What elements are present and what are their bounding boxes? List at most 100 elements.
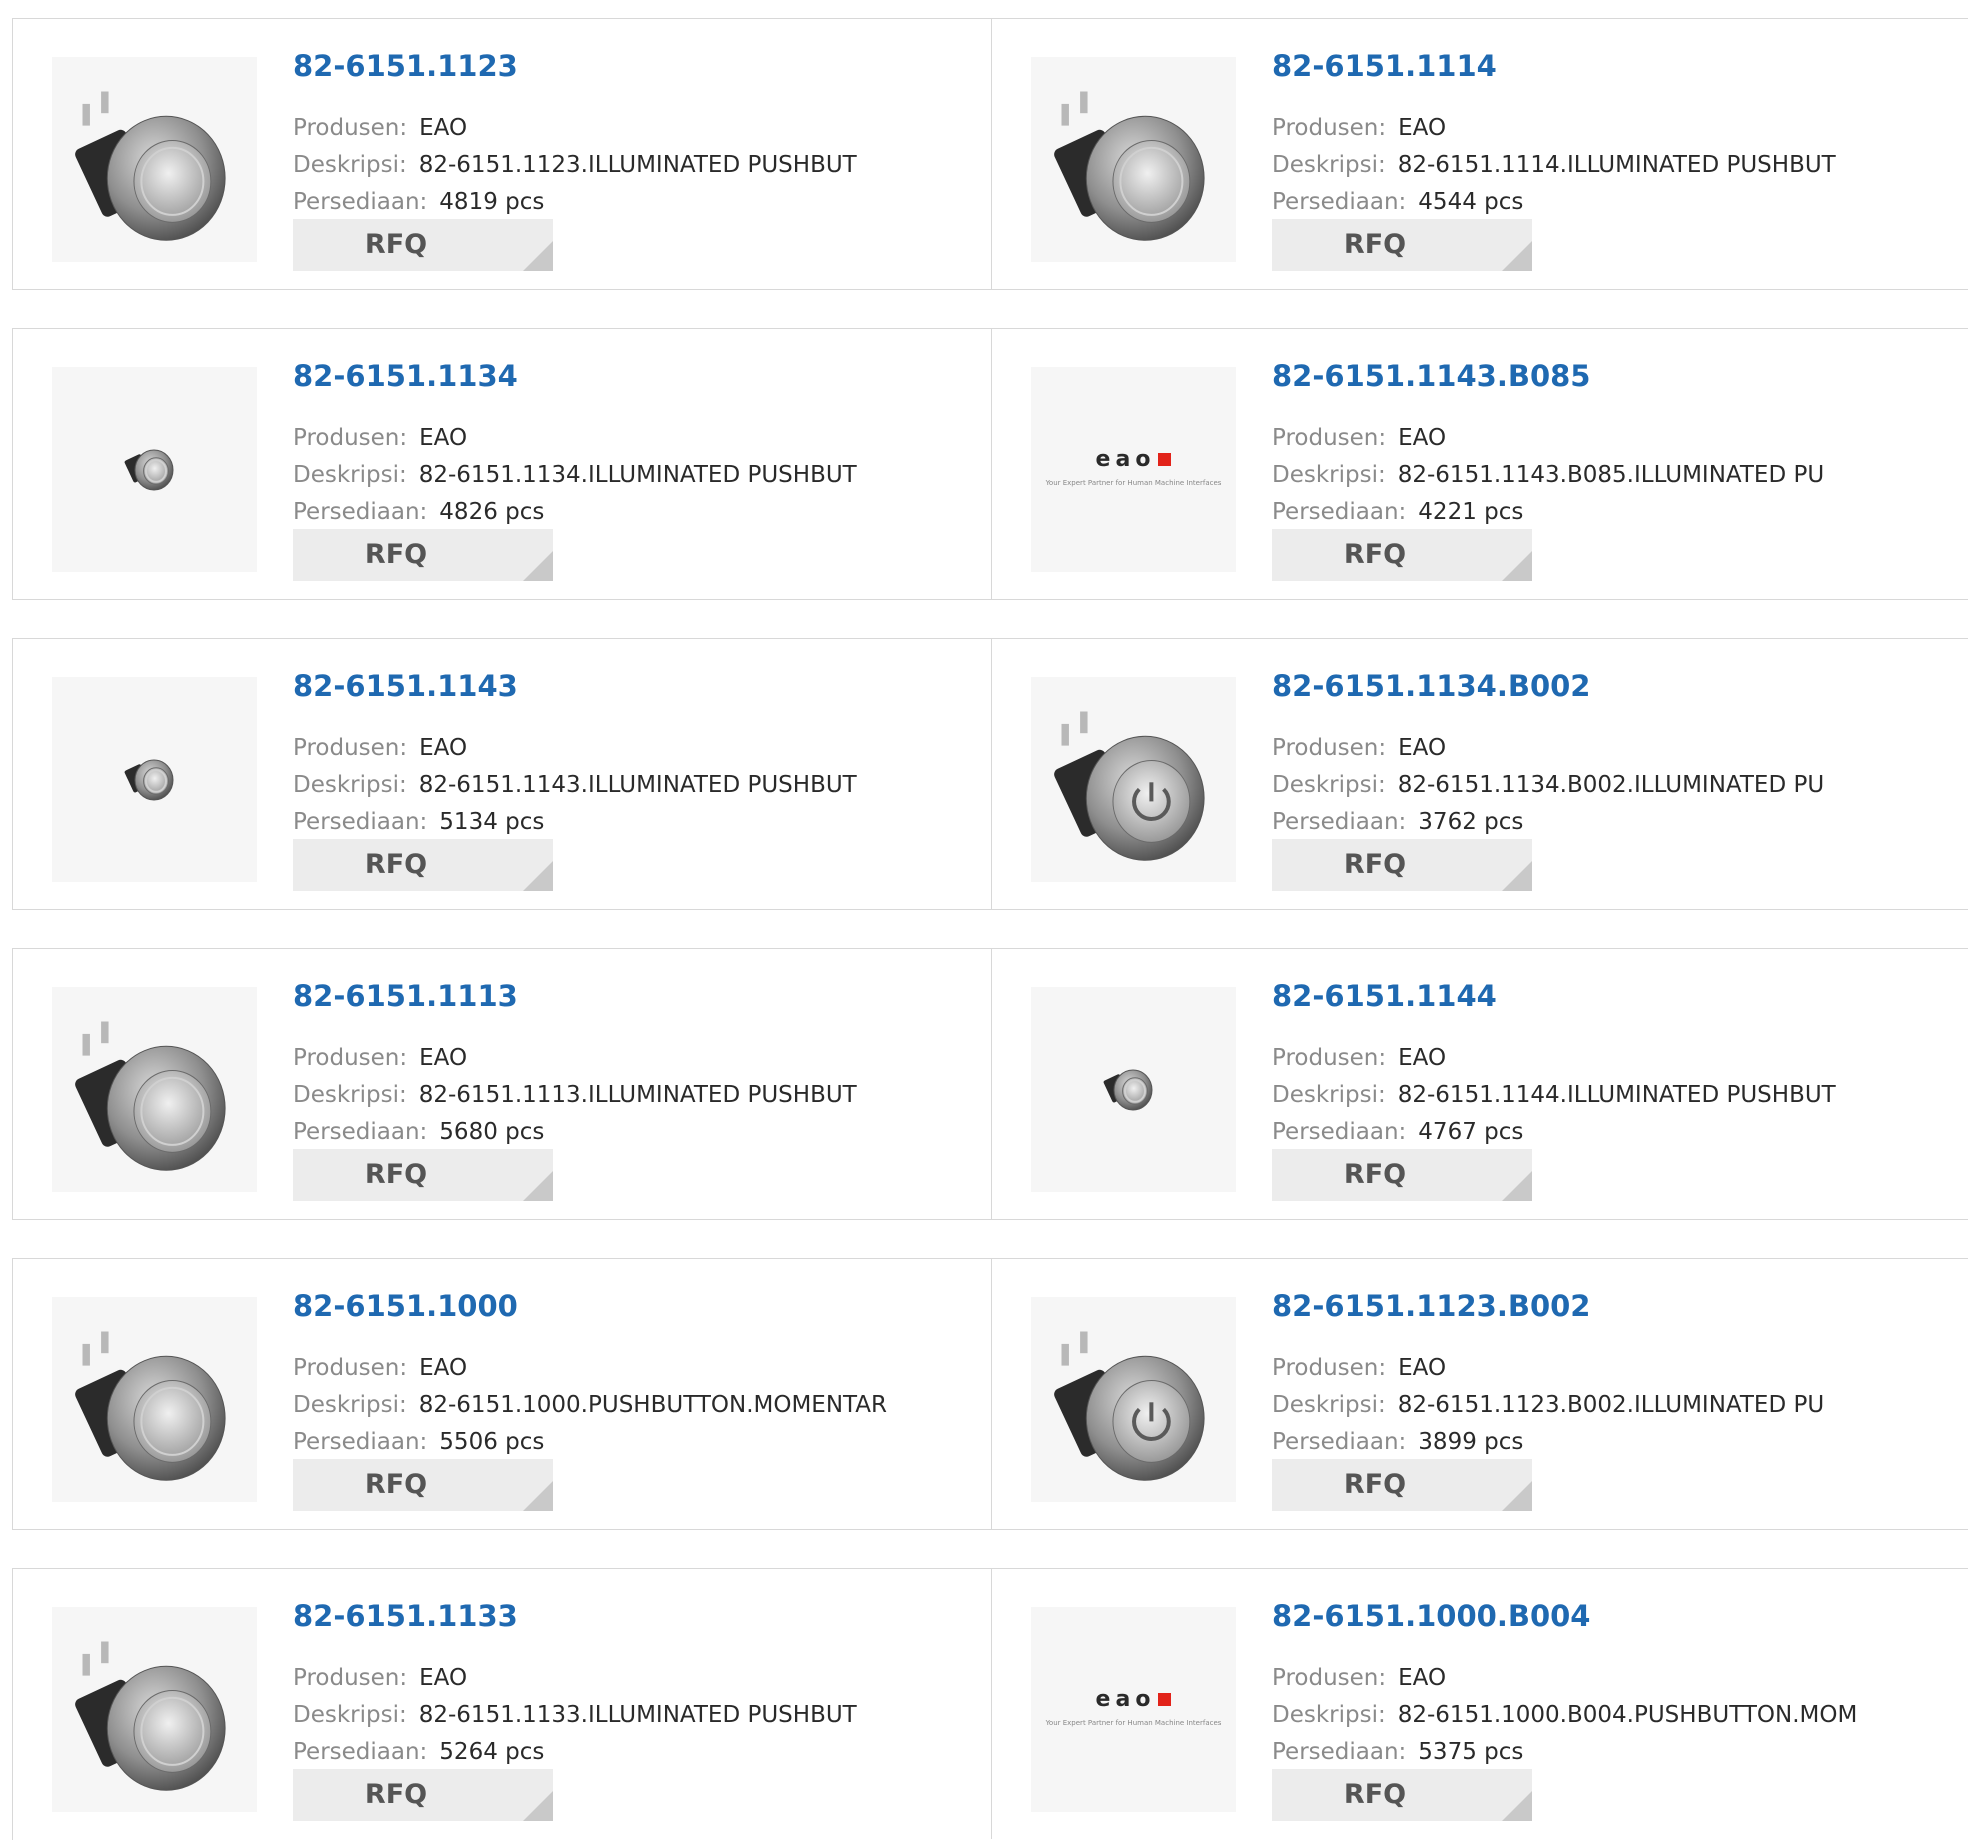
corner-triangle-icon <box>523 551 553 581</box>
stock-value: 4819 pcs <box>439 189 545 215</box>
stock-label: Persediaan: <box>1272 1429 1407 1455</box>
product-image[interactable]: eao Your Expert Partner for Human Machine… <box>1031 1607 1236 1812</box>
corner-triangle-icon <box>523 1481 553 1511</box>
rfq-button[interactable]: RFQ <box>293 1769 553 1821</box>
product-card: 82-6151.1114 Produsen: EAO Deskripsi: 82-615… <box>992 19 1968 289</box>
manufacturer-label: Produsen: <box>1272 735 1387 761</box>
product-manufacturer-line: Produsen: EAO <box>293 115 467 141</box>
rfq-button-label: RFQ <box>364 1469 428 1500</box>
product-card: 82-6151.1133 Produsen: EAO Deskripsi: 82-615… <box>13 1569 992 1839</box>
product-part-link[interactable]: 82-6151.1133 <box>293 1599 518 1633</box>
product-part-link[interactable]: 82-6151.1144 <box>1272 979 1497 1013</box>
rfq-button[interactable]: RFQ <box>1272 1459 1532 1511</box>
rfq-button[interactable]: RFQ <box>293 1459 553 1511</box>
product-description-line: Deskripsi: 82-6151.1114.ILLUMINATED PUSHB… <box>1272 152 1836 178</box>
rfq-button-label: RFQ <box>1343 1469 1407 1500</box>
product-description-line: Deskripsi: 82-6151.1143.B085.ILLUMINATED … <box>1272 462 1824 488</box>
rfq-button[interactable]: RFQ <box>293 839 553 891</box>
product-part-link[interactable]: 82-6151.1143 <box>293 669 518 703</box>
product-stock-line: Persediaan: 4221 pcs <box>1272 499 1523 525</box>
rfq-button-label: RFQ <box>1343 849 1407 880</box>
product-part-link[interactable]: 82-6151.1134.B002 <box>1272 669 1591 703</box>
product-row: 82-6151.1123 Produsen: EAO Deskripsi: 82-615… <box>12 18 1968 290</box>
rfq-button-label: RFQ <box>1343 229 1407 260</box>
product-image[interactable] <box>1031 57 1236 262</box>
manufacturer-value: EAO <box>419 1045 468 1071</box>
product-part-link[interactable]: 82-6151.1000 <box>293 1289 518 1323</box>
product-card: 82-6151.1143 Produsen: EAO Deskripsi: 82-615… <box>13 639 992 909</box>
stock-value: 3762 pcs <box>1418 809 1524 835</box>
product-part-link[interactable]: 82-6151.1114 <box>1272 49 1497 83</box>
description-label: Deskripsi: <box>293 1392 407 1418</box>
product-stock-line: Persediaan: 3899 pcs <box>1272 1429 1523 1455</box>
description-value: 82-6151.1144.ILLUMINATED PUSHBUT <box>1397 1082 1836 1108</box>
product-manufacturer-line: Produsen: EAO <box>293 1665 467 1691</box>
rfq-button[interactable]: RFQ <box>293 529 553 581</box>
stock-value: 5264 pcs <box>439 1739 545 1765</box>
stock-label: Persediaan: <box>1272 189 1407 215</box>
stock-value: 4221 pcs <box>1418 499 1524 525</box>
rfq-button[interactable]: RFQ <box>293 1149 553 1201</box>
product-image[interactable] <box>52 987 257 1192</box>
product-image[interactable] <box>1031 677 1236 882</box>
product-stock-line: Persediaan: 3762 pcs <box>1272 809 1523 835</box>
product-description-line: Deskripsi: 82-6151.1113.ILLUMINATED PUSHB… <box>293 1082 857 1108</box>
description-label: Deskripsi: <box>293 462 407 488</box>
manufacturer-label: Produsen: <box>293 425 408 451</box>
description-label: Deskripsi: <box>1272 152 1386 178</box>
product-card: 82-6151.1144 Produsen: EAO Deskripsi: 82-615… <box>992 949 1968 1219</box>
rfq-button[interactable]: RFQ <box>293 219 553 271</box>
description-label: Deskripsi: <box>293 772 407 798</box>
product-manufacturer-line: Produsen: EAO <box>1272 1045 1446 1071</box>
product-manufacturer-line: Produsen: EAO <box>1272 1665 1446 1691</box>
product-part-link[interactable]: 82-6151.1143.B085 <box>1272 359 1591 393</box>
product-part-link[interactable]: 82-6151.1123 <box>293 49 518 83</box>
rfq-button[interactable]: RFQ <box>1272 1149 1532 1201</box>
rfq-button[interactable]: RFQ <box>1272 1769 1532 1821</box>
description-value: 82-6151.1113.ILLUMINATED PUSHBUT <box>418 1082 857 1108</box>
product-image[interactable]: eao Your Expert Partner for Human Machine… <box>1031 367 1236 572</box>
description-label: Deskripsi: <box>1272 772 1386 798</box>
description-label: Deskripsi: <box>1272 1702 1386 1728</box>
stock-value: 4767 pcs <box>1418 1119 1524 1145</box>
stock-label: Persediaan: <box>1272 809 1407 835</box>
product-image[interactable] <box>52 367 257 572</box>
description-label: Deskripsi: <box>293 1702 407 1728</box>
description-value: 82-6151.1123.B002.ILLUMINATED PU <box>1397 1392 1825 1418</box>
product-stock-line: Persediaan: 5680 pcs <box>293 1119 544 1145</box>
product-part-link[interactable]: 82-6151.1123.B002 <box>1272 1289 1591 1323</box>
description-label: Deskripsi: <box>293 1082 407 1108</box>
manufacturer-label: Produsen: <box>293 735 408 761</box>
manufacturer-value: EAO <box>1398 425 1447 451</box>
description-label: Deskripsi: <box>293 152 407 178</box>
product-image[interactable] <box>52 677 257 882</box>
stock-label: Persediaan: <box>293 1429 428 1455</box>
stock-label: Persediaan: <box>293 1119 428 1145</box>
corner-triangle-icon <box>1502 1791 1532 1821</box>
product-manufacturer-line: Produsen: EAO <box>1272 425 1446 451</box>
rfq-button-label: RFQ <box>1343 539 1407 570</box>
product-part-link[interactable]: 82-6151.1000.B004 <box>1272 1599 1591 1633</box>
stock-label: Persediaan: <box>293 809 428 835</box>
product-part-link[interactable]: 82-6151.1113 <box>293 979 518 1013</box>
manufacturer-label: Produsen: <box>1272 1045 1387 1071</box>
product-image[interactable] <box>1031 987 1236 1192</box>
product-description-line: Deskripsi: 82-6151.1143.ILLUMINATED PUSHB… <box>293 772 857 798</box>
product-description-line: Deskripsi: 82-6151.1134.ILLUMINATED PUSHB… <box>293 462 857 488</box>
rfq-button-label: RFQ <box>364 1159 428 1190</box>
product-manufacturer-line: Produsen: EAO <box>1272 115 1446 141</box>
product-image[interactable] <box>52 57 257 262</box>
product-part-link[interactable]: 82-6151.1134 <box>293 359 518 393</box>
product-card: 82-6151.1134.B002 Produsen: EAO Deskripsi: 8… <box>992 639 1968 909</box>
product-row: 82-6151.1113 Produsen: EAO Deskripsi: 82-615… <box>12 948 1968 1220</box>
manufacturer-label: Produsen: <box>1272 1355 1387 1381</box>
rfq-button[interactable]: RFQ <box>1272 529 1532 581</box>
product-image[interactable] <box>52 1607 257 1812</box>
stock-value: 4544 pcs <box>1418 189 1524 215</box>
product-image[interactable] <box>1031 1297 1236 1502</box>
rfq-button[interactable]: RFQ <box>1272 219 1532 271</box>
corner-triangle-icon <box>1502 861 1532 891</box>
product-image[interactable] <box>52 1297 257 1502</box>
product-stock-line: Persediaan: 5506 pcs <box>293 1429 544 1455</box>
rfq-button[interactable]: RFQ <box>1272 839 1532 891</box>
